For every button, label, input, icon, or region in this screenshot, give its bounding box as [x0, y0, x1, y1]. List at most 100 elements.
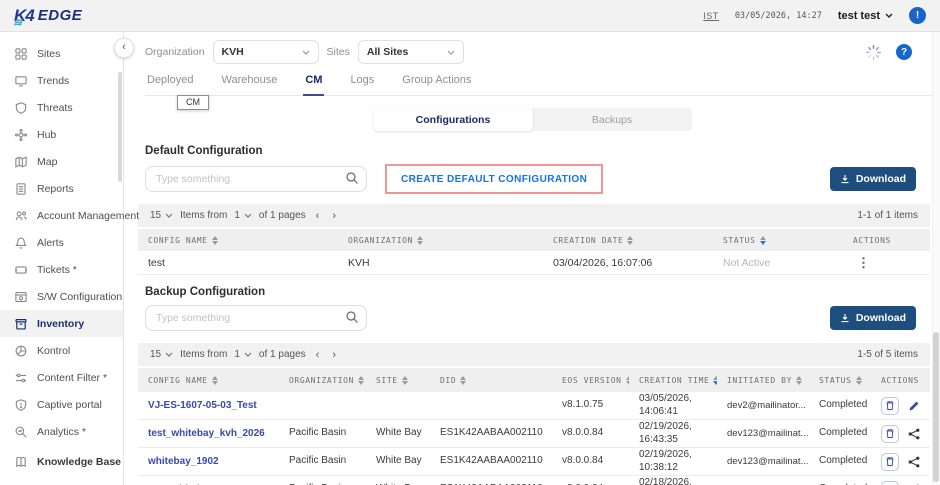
delete-button[interactable]: [881, 397, 899, 415]
sort-icon-active[interactable]: [760, 236, 766, 245]
backup-search-input[interactable]: [145, 305, 367, 331]
search-icon[interactable]: [345, 171, 359, 185]
subtab-configurations[interactable]: Configurations: [374, 108, 533, 131]
top-header-bar: K4 ≋ EDGE IST 03/05/2026, 14:27 test tes…: [0, 0, 940, 32]
cell-config-name-link[interactable]: VJ-ES-1607-05-03_Test: [138, 400, 279, 411]
column-label: STATUS: [723, 236, 756, 245]
backup-download-button[interactable]: Download: [830, 306, 916, 330]
cell-status: Completed: [809, 399, 871, 412]
cell-creation-time: 02/19/2026, 16:43:35: [629, 421, 717, 446]
analytics-magnifier-icon: [14, 425, 28, 439]
of-pages-label: of 1 pages: [259, 210, 306, 221]
cell-creation-time: 03/05/2026, 14:06:41: [629, 393, 717, 418]
tab-cm[interactable]: CM: [303, 74, 324, 96]
share-button[interactable]: [908, 456, 920, 468]
timezone-label[interactable]: IST: [703, 11, 719, 21]
sidebar-item-map[interactable]: Map: [0, 148, 123, 175]
column-header-actions: ACTIONS: [843, 236, 930, 245]
sort-icon[interactable]: [358, 376, 364, 385]
cell-config-name-link[interactable]: whitebay_1902: [138, 456, 279, 467]
sidebar-item-content-filter[interactable]: Content Filter *: [0, 364, 123, 391]
sort-icon[interactable]: [796, 376, 802, 385]
organization-select[interactable]: KVH: [213, 40, 319, 64]
default-configuration-table: CONFIG NAME ORGANIZATION CREATION DATE S…: [138, 229, 930, 275]
search-icon[interactable]: [345, 310, 359, 324]
sort-icon[interactable]: [417, 236, 423, 245]
sort-icon[interactable]: [856, 376, 862, 385]
table-row: test KVH 03/04/2026, 16:07:06 Not Active…: [138, 251, 930, 275]
column-header-status: STATUS: [809, 376, 871, 385]
create-default-configuration-button[interactable]: CREATE DEFAULT CONFIGURATION: [385, 164, 603, 194]
sidebar-item-threats[interactable]: Threats: [0, 94, 123, 121]
sort-icon[interactable]: [402, 376, 408, 385]
organization-value: KVH: [222, 46, 244, 58]
sidebar-scrollbar-thumb[interactable]: [118, 72, 122, 182]
share-button[interactable]: [908, 428, 920, 440]
page-value: 1: [234, 210, 240, 221]
sidebar-item-knowledge-base[interactable]: Knowledge Base: [0, 448, 123, 475]
previous-page-button[interactable]: ‹: [313, 349, 323, 361]
user-menu[interactable]: test test: [838, 10, 893, 22]
sort-icon[interactable]: [460, 376, 466, 385]
tab-group-actions[interactable]: Group Actions: [400, 74, 473, 95]
table-header-row: CONFIG NAME ORGANIZATION CREATION DATE S…: [138, 229, 930, 251]
tab-warehouse[interactable]: Warehouse: [219, 74, 279, 95]
sidebar-item-trends[interactable]: Trends: [0, 67, 123, 94]
page-select[interactable]: 1: [234, 349, 252, 360]
sidebar-collapse-button[interactable]: ‹: [114, 38, 134, 58]
sidebar-item-tickets[interactable]: Tickets *: [0, 256, 123, 283]
trash-icon: [885, 456, 895, 467]
cell-config-name-link[interactable]: test_whitebay_kvh_2026: [138, 428, 279, 439]
sort-icon[interactable]: [212, 376, 218, 385]
tab-deployed[interactable]: Deployed: [145, 74, 195, 95]
column-header-organization: ORGANIZATION: [279, 376, 366, 385]
cell-site: White Bay: [366, 455, 430, 468]
next-page-button[interactable]: ›: [329, 349, 339, 361]
sidebar-item-label: Reports: [37, 183, 74, 195]
sort-icon[interactable]: [212, 236, 218, 245]
subtab-backups[interactable]: Backups: [533, 108, 692, 131]
sidebar-item-alerts[interactable]: Alerts: [0, 229, 123, 256]
page-scrollbar-thumb[interactable]: [933, 332, 939, 482]
page-size-select[interactable]: 15: [150, 349, 173, 360]
items-range-label: 1-5 of 5 items: [857, 349, 918, 360]
download-icon: [840, 313, 850, 323]
sidebar-item-kontrol[interactable]: Kontrol: [0, 337, 123, 364]
sidebar-item-reports[interactable]: Reports: [0, 175, 123, 202]
sidebar-item-captive-portal[interactable]: Captive portal: [0, 391, 123, 418]
download-label: Download: [856, 173, 906, 185]
sort-icon[interactable]: [627, 236, 633, 245]
cell-eos-version: v8.0.0.84: [552, 455, 629, 468]
sidebar-item-hub[interactable]: Hub: [0, 121, 123, 148]
sidebar-item-label: Alerts: [37, 237, 64, 249]
sidebar-item-account-management[interactable]: Account Management: [0, 202, 123, 229]
page-size-select[interactable]: 15: [150, 210, 173, 221]
sidebar-item-label: Account Management: [37, 210, 139, 222]
cell-status: Completed: [809, 427, 871, 440]
edit-button[interactable]: [908, 400, 920, 412]
sidebar-item-analytics[interactable]: Analytics *: [0, 418, 123, 445]
row-actions-menu-icon[interactable]: ⋮: [843, 255, 930, 271]
next-page-button[interactable]: ›: [329, 210, 339, 222]
default-download-button[interactable]: Download: [830, 167, 916, 191]
sw-configuration-icon: [14, 290, 28, 304]
cell-creation-time: 02/19/2026, 10:38:12: [629, 449, 717, 474]
sidebar-item-inventory[interactable]: Inventory: [0, 310, 123, 337]
notification-badge-icon[interactable]: !: [909, 7, 926, 24]
sites-select[interactable]: All Sites: [358, 40, 464, 64]
delete-button[interactable]: [881, 481, 899, 485]
column-header-eos-version: EOS VERSION: [552, 376, 629, 385]
of-pages-label: of 1 pages: [259, 349, 306, 360]
tab-logs[interactable]: Logs: [348, 74, 376, 95]
sidebar-item-sw-configuration[interactable]: S/W Configuration: [0, 283, 123, 310]
delete-button[interactable]: [881, 453, 899, 471]
sidebar-item-sites[interactable]: Sites: [0, 40, 123, 67]
page-select[interactable]: 1: [234, 210, 252, 221]
previous-page-button[interactable]: ‹: [313, 210, 323, 222]
default-search-input[interactable]: [145, 166, 367, 192]
inventory-box-icon: [14, 317, 28, 331]
help-icon[interactable]: ?: [896, 44, 912, 60]
delete-button[interactable]: [881, 425, 899, 443]
sidebar-item-label: Trends: [37, 75, 69, 87]
page-value: 1: [234, 349, 240, 360]
